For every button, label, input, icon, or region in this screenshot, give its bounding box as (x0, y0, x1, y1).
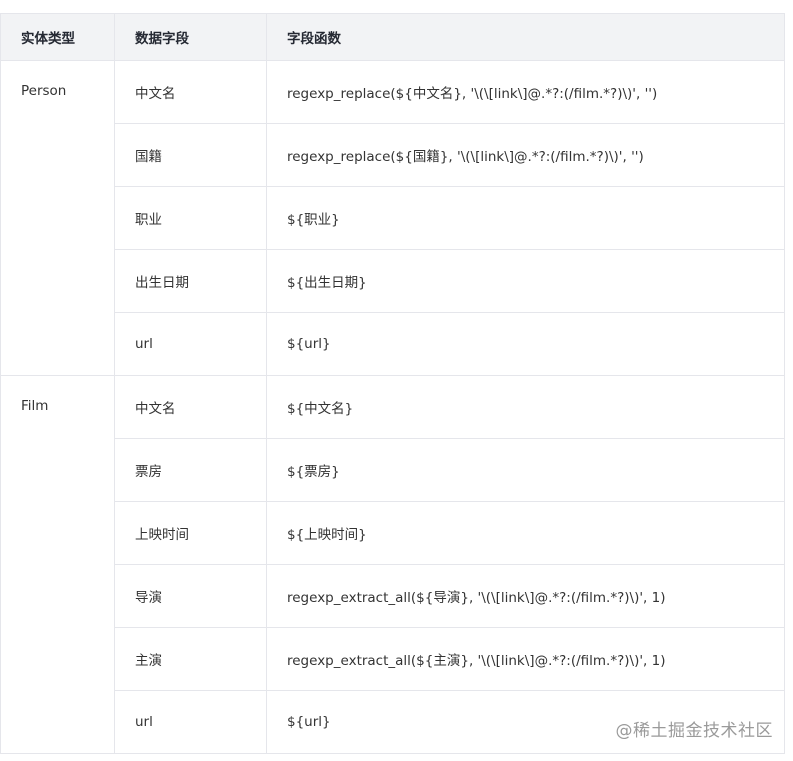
watermark: @稀土掘金技术社区 (615, 721, 773, 741)
entity-cell-film: Film (0, 375, 115, 754)
table-row: 国籍 regexp_replace(${国籍}, '\(\[link\]@.*?… (1, 123, 785, 187)
function-cell: regexp_replace(${中文名}, '\(\[link\]@.*?:(… (266, 60, 785, 124)
field-cell: 中文名 (114, 60, 267, 124)
table-row: 职业 ${职业} (1, 186, 785, 250)
field-cell: 中文名 (114, 375, 267, 439)
field-cell: 导演 (114, 564, 267, 628)
table-row: 出生日期 ${出生日期} (1, 249, 785, 313)
field-cell: url (114, 312, 267, 376)
function-cell: ${票房} (266, 438, 785, 502)
field-cell: 主演 (114, 627, 267, 691)
header-data-field: 数据字段 (114, 13, 267, 61)
function-cell: regexp_extract_all(${导演}, '\(\[link\]@.*… (266, 564, 785, 628)
table-header-row: 实体类型 数据字段 字段函数 (0, 13, 785, 61)
entity-cell-person: Person (0, 60, 115, 376)
table-row: 导演 regexp_extract_all(${导演}, '\(\[link\]… (1, 564, 785, 628)
function-cell: regexp_replace(${国籍}, '\(\[link\]@.*?:(/… (266, 123, 785, 187)
function-cell: ${上映时间} (266, 501, 785, 565)
function-cell: ${职业} (266, 186, 785, 250)
field-cell: 票房 (114, 438, 267, 502)
function-cell: ${中文名} (266, 375, 785, 439)
header-field-function: 字段函数 (266, 13, 785, 61)
entity-field-table: 实体类型 数据字段 字段函数 Person 中文名 regexp_replace… (0, 13, 785, 754)
function-cell: ${出生日期} (266, 249, 785, 313)
table-row: Person 中文名 regexp_replace(${中文名}, '\(\[l… (0, 60, 785, 376)
function-cell: regexp_extract_all(${主演}, '\(\[link\]@.*… (266, 627, 785, 691)
field-cell: 国籍 (114, 123, 267, 187)
table-row: url ${url} (1, 312, 785, 376)
function-cell: ${url} (266, 312, 785, 376)
table-row: 上映时间 ${上映时间} (1, 501, 785, 565)
field-cell: 出生日期 (114, 249, 267, 313)
field-cell: url (114, 690, 267, 754)
field-cell: 职业 (114, 186, 267, 250)
table-row: Film 中文名 ${中文名} (0, 375, 785, 754)
table-row: 票房 ${票房} (1, 438, 785, 502)
field-cell: 上映时间 (114, 501, 267, 565)
table-row: 主演 regexp_extract_all(${主演}, '\(\[link\]… (1, 627, 785, 691)
header-entity-type: 实体类型 (0, 13, 115, 61)
